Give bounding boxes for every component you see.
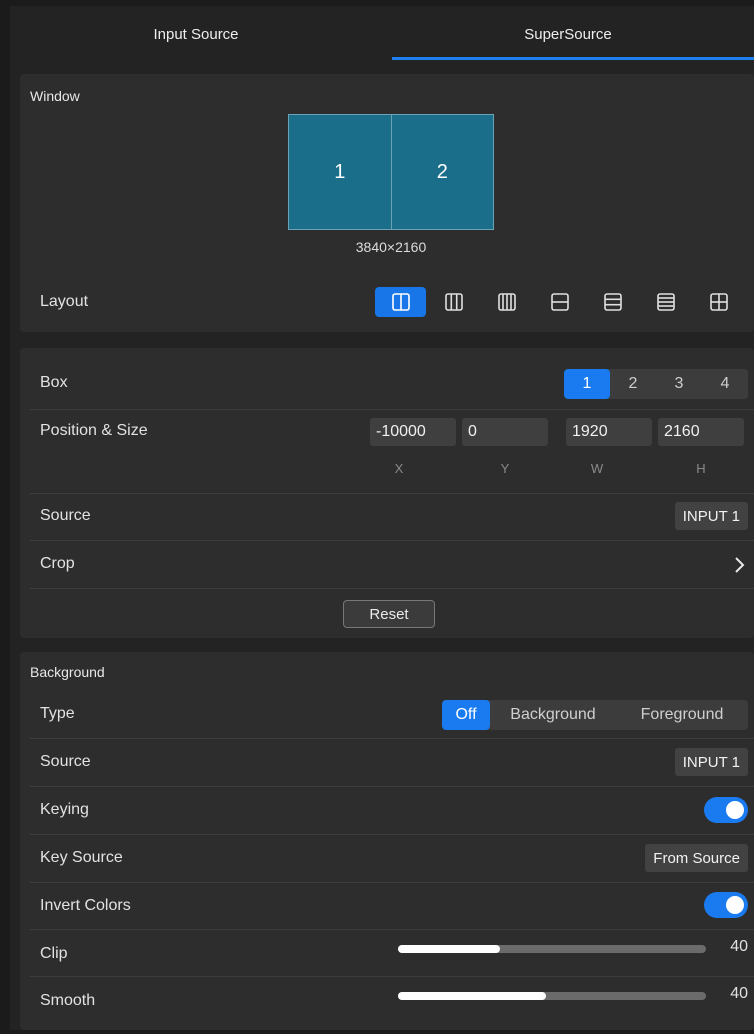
divider	[30, 786, 754, 787]
invert-colors-label: Invert Colors	[40, 897, 131, 914]
x-axis-label: X	[394, 461, 404, 476]
layout-3-columns-icon	[444, 293, 463, 311]
layout-2-rows-icon	[550, 293, 569, 311]
smooth-slider[interactable]	[398, 992, 706, 1000]
keying-toggle[interactable]	[704, 797, 748, 823]
h-axis-label: H	[696, 461, 706, 476]
y-input[interactable]: 0	[462, 418, 548, 446]
box-source-dropdown[interactable]: INPUT 1	[674, 502, 748, 530]
window-section: Window 1 2 3840×2160 Layout	[20, 74, 754, 332]
divider	[30, 882, 754, 883]
crop-label[interactable]: Crop	[40, 555, 75, 573]
divider	[30, 493, 754, 494]
key-source-label: Key Source	[40, 849, 123, 866]
invert-colors-toggle[interactable]	[704, 892, 748, 918]
box-option-1[interactable]: 1	[564, 369, 610, 399]
keying-label: Keying	[40, 801, 89, 818]
supersource-panel: Input Source SuperSource Window 1 2 3840…	[10, 6, 754, 1030]
divider	[30, 540, 754, 541]
layout-4-rows-button[interactable]	[640, 287, 691, 317]
tab-input-source[interactable]: Input Source	[10, 6, 382, 62]
type-selector: Off Background Foreground	[442, 700, 748, 730]
tab-supersource[interactable]: SuperSource	[382, 6, 754, 62]
box-section: Box 1 2 3 4 Position & Size -10000 0 192…	[20, 348, 754, 638]
divider	[30, 588, 754, 589]
type-label: Type	[40, 705, 75, 722]
window-preview: 1 2	[288, 114, 494, 230]
layout-4-rows-icon	[656, 293, 675, 311]
clip-value: 40	[730, 938, 748, 955]
bg-source-label: Source	[40, 753, 91, 770]
chevron-right-icon[interactable]	[732, 556, 746, 574]
layout-4-columns-button[interactable]	[481, 287, 532, 317]
tab-bar: Input Source SuperSource	[10, 6, 754, 62]
layout-selector	[375, 287, 744, 317]
divider	[30, 409, 754, 410]
w-input[interactable]: 1920	[566, 418, 652, 446]
w-axis-label: W	[590, 461, 604, 476]
window-title: Window	[30, 88, 80, 104]
box-label: Box	[40, 374, 68, 391]
background-title: Background	[30, 664, 105, 680]
box-option-2[interactable]: 2	[610, 369, 656, 399]
smooth-label: Smooth	[40, 992, 96, 1009]
h-input[interactable]: 2160	[658, 418, 744, 446]
type-option-background[interactable]: Background	[490, 700, 616, 730]
background-section: Background Type Off Background Foregroun…	[20, 652, 754, 1030]
x-input[interactable]: -10000	[370, 418, 456, 446]
bg-source-dropdown[interactable]: INPUT 1	[674, 748, 748, 776]
layout-grid-button[interactable]	[693, 287, 744, 317]
box-source-label: Source	[40, 507, 91, 524]
divider	[30, 738, 754, 739]
divider	[30, 929, 754, 930]
preview-cell-1[interactable]: 1	[289, 115, 391, 229]
layout-2-columns-button[interactable]	[375, 287, 426, 317]
layout-3-rows-icon	[603, 293, 622, 311]
box-option-4[interactable]: 4	[702, 369, 748, 399]
resolution-label: 3840×2160	[355, 239, 427, 255]
divider	[30, 976, 754, 977]
toggle-knob	[726, 896, 744, 914]
preview-cell-2[interactable]: 2	[390, 115, 493, 229]
clip-slider-fill	[398, 945, 500, 953]
smooth-slider-fill	[398, 992, 546, 1000]
layout-4-columns-icon	[497, 293, 516, 311]
layout-grid-icon	[709, 293, 728, 311]
smooth-value: 40	[730, 985, 748, 1002]
layout-3-rows-button[interactable]	[587, 287, 638, 317]
y-axis-label: Y	[500, 461, 510, 476]
type-option-off[interactable]: Off	[442, 700, 490, 730]
position-size-label: Position & Size	[40, 422, 148, 439]
layout-3-columns-button[interactable]	[428, 287, 479, 317]
toggle-knob	[726, 801, 744, 819]
clip-label: Clip	[40, 945, 68, 962]
layout-label: Layout	[40, 293, 89, 310]
clip-slider[interactable]	[398, 945, 706, 953]
layout-2-columns-icon	[391, 293, 410, 311]
reset-button[interactable]: Reset	[343, 600, 435, 628]
divider	[30, 834, 754, 835]
box-selector: 1 2 3 4	[564, 369, 748, 399]
box-option-3[interactable]: 3	[656, 369, 702, 399]
layout-2-rows-button[interactable]	[534, 287, 585, 317]
key-source-dropdown[interactable]: From Source	[645, 844, 748, 872]
type-option-foreground[interactable]: Foreground	[616, 700, 748, 730]
